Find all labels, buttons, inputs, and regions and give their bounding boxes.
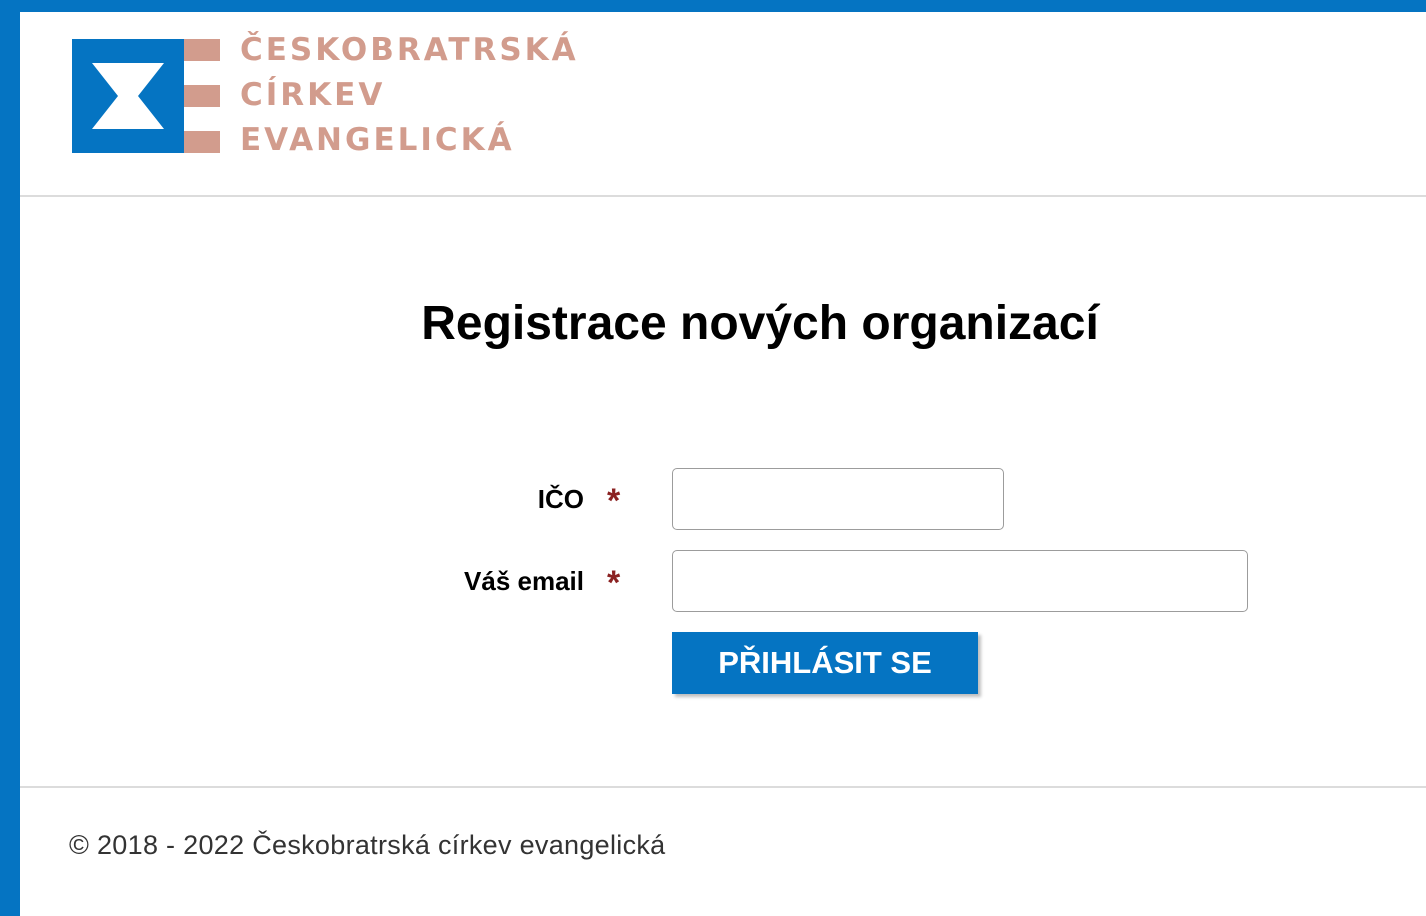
page-title: Registrace nových organizací — [421, 297, 1099, 350]
required-star-icon: * — [607, 564, 621, 602]
logo-text-line-3: EVANGELICKÁ — [240, 122, 515, 158]
ico-input[interactable] — [672, 468, 1004, 530]
footer-divider — [20, 786, 1426, 788]
logo-text-line-2: CÍRKEV — [240, 77, 386, 113]
page: ČESKOBRATRSKÁ CÍRKEV EVANGELICKÁ Registr… — [20, 12, 1426, 916]
ico-row: IČO * — [20, 468, 1426, 530]
chalice-cross-logo-icon — [72, 39, 220, 153]
site-header: ČESKOBRATRSKÁ CÍRKEV EVANGELICKÁ — [20, 12, 1426, 197]
email-input[interactable] — [672, 550, 1248, 612]
email-label: Váš email — [464, 566, 584, 596]
ico-label: IČO — [537, 484, 584, 514]
email-row: Váš email * — [20, 550, 1426, 612]
required-star-icon: * — [607, 482, 621, 520]
login-button[interactable]: PŘIHLÁSIT SE — [672, 632, 978, 694]
church-logo[interactable]: ČESKOBRATRSKÁ CÍRKEV EVANGELICKÁ — [72, 30, 592, 160]
logo-text-line-1: ČESKOBRATRSKÁ — [240, 32, 579, 68]
copyright-text: © 2018 - 2022 Českobratrská církev evang… — [69, 830, 666, 860]
